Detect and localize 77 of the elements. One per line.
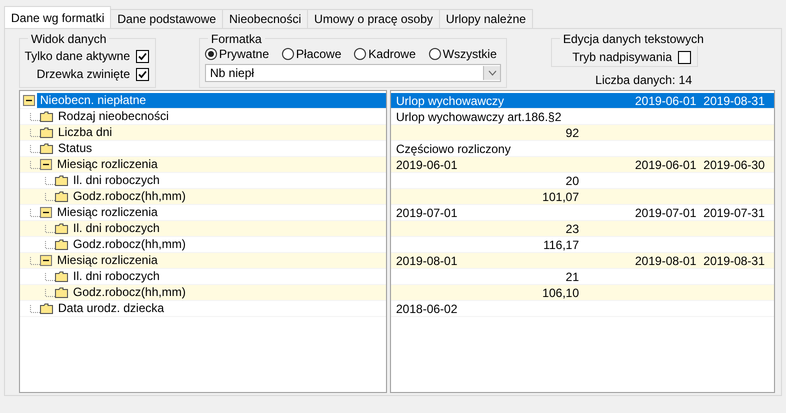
radio-option[interactable]: Płacowe [282,47,342,61]
grid-row[interactable]: Urlop wychowawczy 2019-06-01 2019-08-31 [391,93,774,109]
tree-item[interactable]: Status [55,141,96,156]
date-cell: 2019-07-01 [635,206,696,220]
checkbox-label: Drzewka zwinięte [36,67,130,81]
checkbox[interactable] [678,50,691,64]
checkbox-label: Tryb nadpisywania [572,50,672,64]
tree-item[interactable]: Il. dni roboczych [70,269,163,284]
date-cell: 2019-08-01 [635,254,696,268]
tree-item[interactable]: Data urodz. dziecka [55,301,168,316]
value-cell-text: 106,10 [541,286,579,300]
date-cell: 2019-08-31 [703,94,765,108]
tree-item[interactable]: Liczba dni [55,125,116,140]
grid-row[interactable]: 2019-08-01 2019-08-01 2019-08-31 [391,253,774,269]
folder-icon [55,175,68,186]
grid-row[interactable]: 106,10 [391,285,774,301]
date-cell: 2019-06-30 [703,158,765,172]
radio-button[interactable] [428,48,441,60]
value-cell-text: 2018-06-02 [395,302,458,316]
value-cell-text: 21 [564,270,579,284]
date-cell: 2019-08-31 [703,254,765,268]
grid-row[interactable]: Urlop wychowawczy art.186.§2 [391,109,774,125]
collapse-icon[interactable] [40,207,52,218]
dropdown-field[interactable]: Nb niepł [205,64,501,82]
tree-item[interactable]: Miesiąc rozliczenia [54,205,161,220]
folder-icon [55,191,68,202]
folder-icon [55,287,68,298]
value-cell-text: 23 [564,222,579,236]
grid-row[interactable]: 23 [391,221,774,237]
radio-button[interactable] [354,48,366,60]
checkbox[interactable] [136,50,149,62]
grid-row[interactable]: 101,07 [391,189,774,205]
date-cell: 2019-06-01 [635,158,696,172]
date-cell: 2019-06-01 [635,94,696,108]
value-cell-text: Częściowo rozliczony [395,142,512,156]
folder-icon [55,223,68,234]
value-cell-text: 92 [564,126,579,140]
value-cell-text: Urlop wychowawczy [395,94,506,108]
value-cell-text: 20 [564,174,579,188]
tree-item[interactable]: Rodzaj nieobecności [55,109,172,124]
tab[interactable]: Dane podstawowe [110,9,224,28]
radio-option[interactable]: Kadrowe [354,47,416,61]
folder-icon [55,271,68,282]
tab[interactable]: Urlopy należne [438,9,533,28]
value-cell-text: 116,17 [542,238,579,252]
value-cell-text: 101,07 [541,190,579,204]
folder-icon [40,303,53,314]
tree-item[interactable]: Nieobecn. niepłatne [37,93,386,108]
date-cell: 2019-07-31 [703,206,765,220]
folder-icon [40,143,53,154]
value-cell-text: 2019-06-01 [395,158,458,172]
group-title: Formatka [208,32,265,46]
collapse-icon[interactable] [40,255,52,266]
tab[interactable]: Dane wg formatki [4,6,112,28]
collapse-icon[interactable] [23,95,35,106]
checkbox-label: Tylko dane aktywne [24,49,130,63]
tree-item[interactable]: Godz.robocz(hh,mm) [70,237,189,252]
radio-button[interactable] [205,48,217,60]
folder-icon [40,127,53,138]
grid-row[interactable]: 2019-06-01 2019-06-01 2019-06-30 [391,157,774,173]
radio-option[interactable]: Prywatne [205,47,270,61]
radio-button[interactable] [282,48,294,60]
chevron-down-icon [488,70,496,76]
folder-icon [55,239,68,250]
collapse-icon[interactable] [40,159,52,170]
tab[interactable]: Umowy o pracę osoby [307,9,440,28]
grid-row[interactable]: 92 [391,125,774,141]
value-cell-text: 2019-07-01 [395,206,458,220]
group-title: Widok danych [28,32,110,46]
radio-option[interactable]: Wszystkie [428,47,497,61]
tree-item[interactable]: Il. dni roboczych [70,173,163,188]
grid-row[interactable]: Częściowo rozliczony [391,141,774,157]
data-count: Liczba danych: 14 [595,73,692,87]
value-cell-text: Urlop wychowawczy art.186.§2 [395,110,562,124]
value-cell-text: 2019-08-01 [395,254,458,268]
folder-icon [40,111,53,122]
checkbox[interactable] [136,68,149,80]
